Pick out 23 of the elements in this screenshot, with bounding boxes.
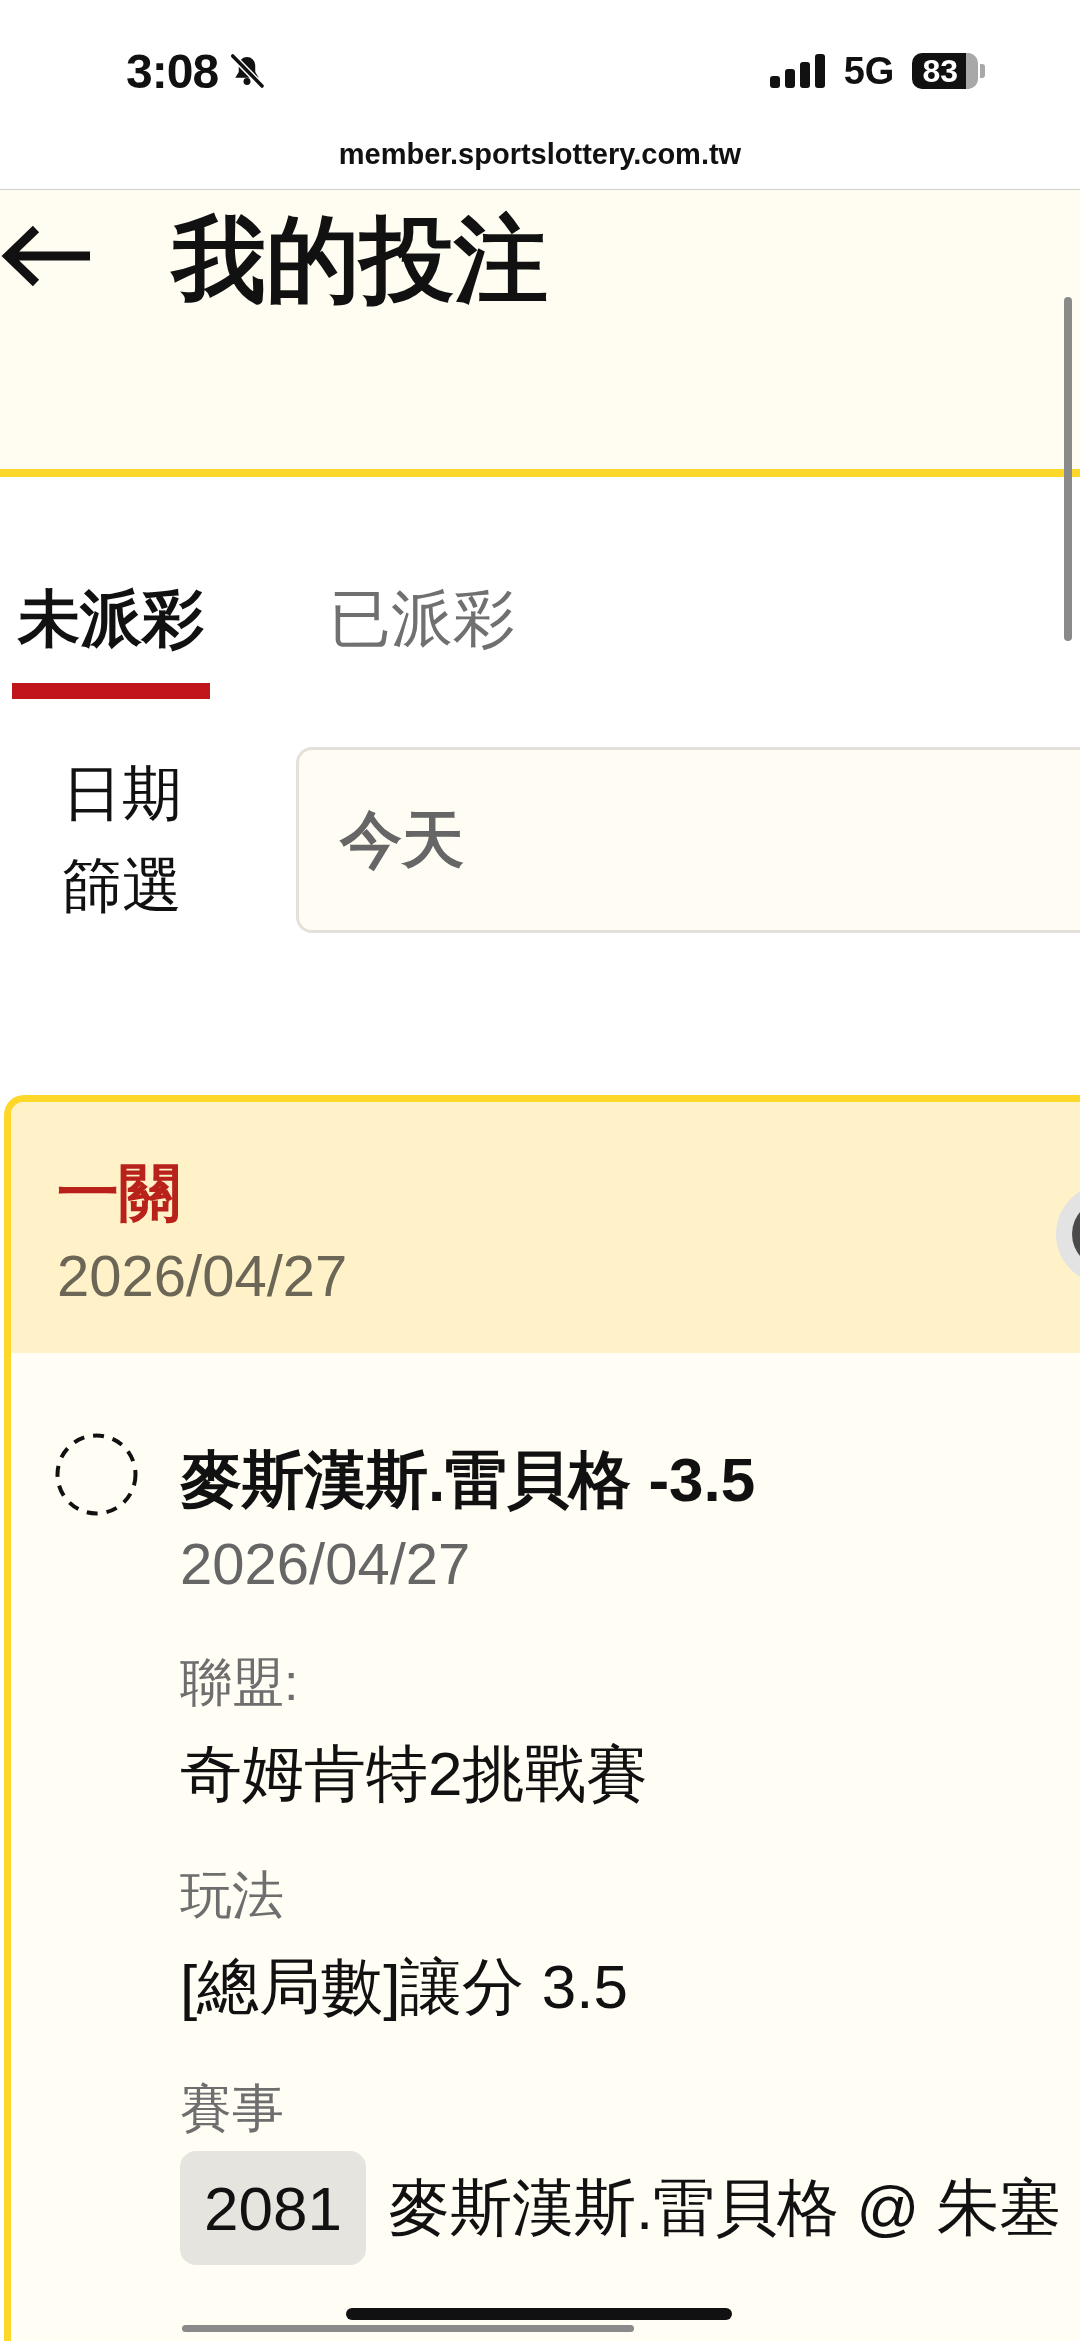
url-label[interactable]: member.sportslottery.com.tw [338,137,742,171]
tab[interactable]: 已派彩 [323,586,521,699]
filter-label: 日期篩選 [62,759,183,921]
field-label: 聯盟: [180,1652,299,1712]
bet-date: 2026/04/27 [57,1244,348,1308]
date-select-field[interactable]: 今天 [296,747,1080,933]
selection-title: 麥斯漢斯.雷貝格 -3.5 [180,1445,756,1515]
event-code: 2081 [180,2151,366,2265]
back-arrow-icon[interactable] [0,223,93,289]
network-label: 5G [843,52,895,90]
signal-icon [769,54,826,88]
battery-indicator: 83 [912,53,985,89]
field-value: [總局數]讓分 3.5 [180,1952,628,2022]
status-time: 3:08 [126,52,219,92]
bell-slash-icon [228,52,267,90]
selection-date: 2026/04/27 [180,1532,471,1596]
bet-type: 一關 [57,1160,181,1226]
tab[interactable]: 未派彩 [12,586,210,699]
event-name: 麥斯漢斯.雷貝格 @ 朱塞 [387,2173,1061,2243]
field-value: 奇姆肯特2挑戰賽 [180,1739,649,1809]
field-label: 玩法 [180,1865,284,1925]
field-label: 賽事 [180,2078,284,2138]
dashed-circle-icon [55,1433,138,1516]
